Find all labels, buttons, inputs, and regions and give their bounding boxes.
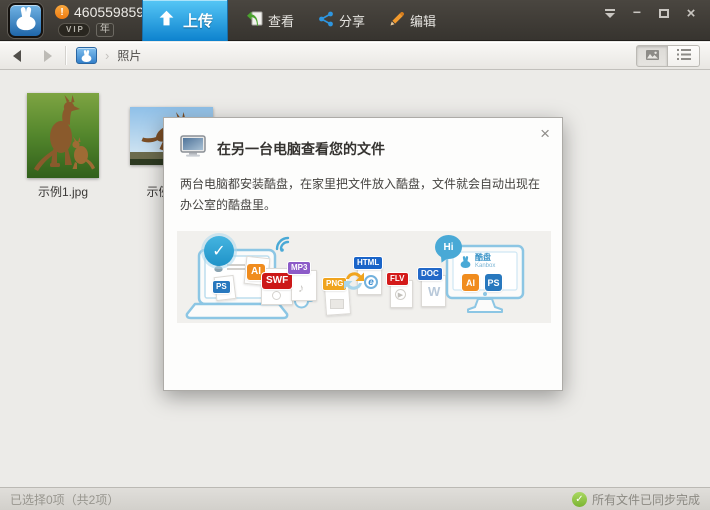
- play-glyph: ▶: [395, 289, 406, 300]
- monitor-icon: [180, 135, 206, 162]
- view-arrow-icon: [246, 11, 263, 30]
- file-thumbnail-1[interactable]: [27, 93, 99, 178]
- app-window: ! 460559859 VIP 年 上传 查看: [0, 0, 710, 510]
- kanbox-brand: 酷盘 Kanbox: [459, 254, 495, 269]
- user-id: 460559859: [74, 4, 144, 20]
- info-dialog: × 在另一台电脑查看您的文件 两台电脑都安装酷盘，在家里把文件放入酷盘，文件就: [163, 117, 563, 391]
- breadcrumb[interactable]: › 照片: [76, 42, 141, 69]
- back-icon: [13, 50, 21, 62]
- close-window-button[interactable]: ×: [684, 7, 698, 20]
- wifi-icon: [273, 234, 297, 259]
- kangaroo-photo-1: [27, 93, 99, 178]
- view-button-label: 查看: [268, 11, 294, 30]
- list-view-button[interactable]: [668, 45, 700, 67]
- file-name[interactable]: 示例1.jpg: [27, 183, 99, 200]
- share-button[interactable]: 分享: [318, 11, 365, 30]
- window-controls: − ×: [603, 7, 698, 20]
- illus-badge-ps-2: PS: [485, 274, 502, 291]
- toolbar: 查看 分享 编辑: [246, 0, 436, 41]
- sync-status[interactable]: ✓ 所有文件已同步完成: [572, 491, 700, 508]
- upload-arrow-icon: [157, 9, 176, 33]
- status-bar: 已选择0项（共2项） ✓ 所有文件已同步完成: [0, 487, 710, 510]
- list-view-icon: [677, 47, 691, 65]
- illus-badge-ai-2: AI: [462, 274, 479, 291]
- swf-glyph: [272, 291, 281, 300]
- breadcrumb-separator: ›: [105, 48, 109, 63]
- back-button[interactable]: [2, 42, 32, 69]
- pencil-icon: [389, 11, 405, 30]
- upload-button-label: 上传: [183, 10, 213, 31]
- sync-illustration: ✓ PS AI SWF: [177, 231, 551, 323]
- rabbit-logo-icon: [13, 5, 39, 37]
- divider: [65, 46, 66, 65]
- edit-button[interactable]: 编辑: [389, 11, 436, 30]
- upload-button[interactable]: 上传: [142, 0, 228, 41]
- year-badge: 年: [96, 23, 114, 37]
- notice-badge-icon[interactable]: !: [55, 5, 69, 19]
- word-glyph: W: [428, 284, 440, 299]
- forward-button[interactable]: [33, 42, 63, 69]
- brand-name: 酷盘: [475, 254, 495, 263]
- maximize-icon: [659, 9, 669, 18]
- path-bar: › 照片: [0, 42, 710, 70]
- file-page: [291, 270, 317, 301]
- hi-bubble: Hi: [435, 235, 462, 259]
- app-logo[interactable]: [8, 3, 43, 38]
- illus-badge-swf: SWF: [262, 273, 292, 289]
- sync-check-icon: ✓: [572, 492, 587, 507]
- illus-badge-mp3: MP3: [288, 262, 310, 274]
- sync-arrows-icon: [341, 268, 367, 299]
- edit-button-label: 编辑: [410, 11, 436, 30]
- illus-badge-flv: FLV: [387, 273, 408, 285]
- folder-icon[interactable]: [76, 47, 97, 64]
- thumbnail-view-icon: [646, 47, 659, 65]
- picture-glyph: [330, 299, 344, 309]
- music-note-glyph: ♪: [298, 281, 304, 295]
- minimize-button[interactable]: −: [630, 7, 644, 20]
- illus-badge-doc: DOC: [418, 268, 442, 280]
- brand-subname: Kanbox: [475, 263, 495, 270]
- file-grid: 示例1.jpg: [0, 70, 710, 487]
- thumbnail-view-button[interactable]: [636, 45, 668, 67]
- view-button[interactable]: 查看: [246, 11, 294, 30]
- sync-status-label: 所有文件已同步完成: [592, 491, 700, 508]
- view-toggle: [636, 45, 700, 67]
- dialog-body-text: 两台电脑都安装酷盘，在家里把文件放入酷盘，文件就会自动出现在办公室的酷盘里。: [180, 174, 548, 216]
- skin-menu-icon: [605, 9, 615, 11]
- illus-badge-ps: PS: [213, 281, 230, 293]
- breadcrumb-folder-label[interactable]: 照片: [117, 47, 141, 64]
- share-icon: [318, 11, 334, 30]
- titlebar: ! 460559859 VIP 年 上传 查看: [0, 0, 710, 41]
- vip-badge: VIP: [58, 23, 90, 37]
- selection-status: 已选择0项（共2项）: [10, 491, 119, 508]
- check-circle-icon: ✓: [204, 236, 234, 266]
- user-account[interactable]: ! 460559859 VIP 年: [55, 4, 144, 37]
- maximize-button[interactable]: [657, 7, 671, 20]
- file-item-1[interactable]: 示例1.jpg: [27, 93, 99, 200]
- dialog-close-button[interactable]: ×: [540, 125, 550, 142]
- skin-menu-button[interactable]: [603, 7, 617, 20]
- dialog-title: 在另一台电脑查看您的文件: [217, 139, 385, 159]
- forward-icon: [44, 50, 52, 62]
- share-button-label: 分享: [339, 11, 365, 30]
